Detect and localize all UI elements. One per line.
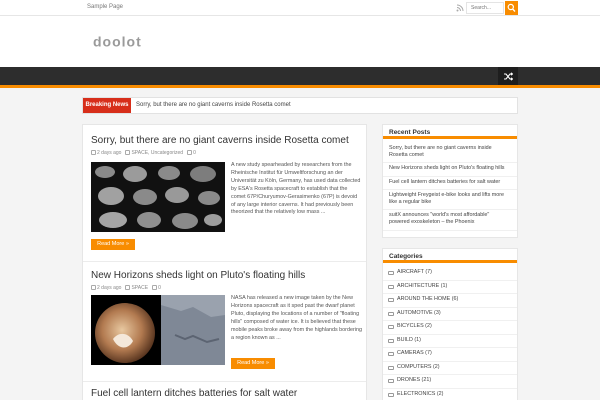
recent-posts-widget: Recent Posts Sorry, but there are no gia…	[382, 124, 518, 238]
category-label: CAMERAS (7)	[397, 350, 432, 356]
breaking-news-headline[interactable]: Sorry, but there are no giant caverns in…	[136, 102, 291, 108]
search-button[interactable]	[505, 1, 518, 15]
site-header: doolot	[0, 16, 600, 67]
post-title[interactable]: Sorry, but there are no giant caverns in…	[91, 135, 361, 146]
post-meta: 2 days ago SPACE 0	[91, 285, 361, 291]
list-item[interactable]: CAMERAS (7)	[383, 348, 517, 362]
category-label: AROUND THE HOME (6)	[397, 296, 459, 302]
search-input[interactable]	[466, 2, 504, 14]
list-item[interactable]: AIRCRAFT (7)	[383, 267, 517, 281]
main-nav	[0, 67, 600, 88]
folder-icon	[388, 298, 394, 302]
clock-icon	[91, 150, 96, 156]
folder-icon	[388, 365, 394, 370]
list-item[interactable]: DRONES (21)	[383, 375, 517, 389]
post-divider	[83, 261, 366, 262]
main-content: Sorry, but there are no giant caverns in…	[82, 124, 367, 400]
widget-title: Recent Posts	[383, 125, 517, 139]
list-item[interactable]: AUTOMOTIVE (3)	[383, 308, 517, 321]
list-item[interactable]: AROUND THE HOME (6)	[383, 294, 517, 308]
folder-icon	[388, 311, 394, 316]
list-item[interactable]: Sorry, but there are no giant caverns in…	[383, 143, 517, 164]
folder-icon	[125, 150, 131, 156]
list-item[interactable]: ARCHITECTURE (1)	[383, 281, 517, 294]
list-item[interactable]: COMPUTERS (2)	[383, 362, 517, 375]
folder-icon	[125, 285, 131, 291]
post-date: 2 days ago	[97, 285, 122, 291]
widget-title: Categories	[383, 249, 517, 263]
categories-widget: Categories AIRCRAFT (7) ARCHITECTURE (1)…	[382, 248, 518, 400]
list-item[interactable]: suitX announces "world's most affordable…	[383, 210, 517, 231]
read-more-button[interactable]: Read More »	[91, 239, 135, 250]
category-label: COMPUTERS (2)	[397, 363, 440, 370]
post-item: Fuel cell lantern ditches batteries for …	[91, 388, 361, 399]
post-meta: 2 days ago SPACE, Uncategorized 0	[91, 150, 361, 156]
post-excerpt: NASA has released a new image taken by t…	[231, 295, 362, 341]
list-item[interactable]: ELECTRONICS (2)	[383, 389, 517, 400]
post-date: 2 days ago	[97, 150, 122, 156]
list-item[interactable]: BICYCLES (2)	[383, 321, 517, 335]
post-excerpt: A new study spearheaded by researchers f…	[231, 162, 361, 216]
post-categories[interactable]: SPACE	[131, 285, 148, 291]
list-item[interactable]: New Horizons sheds light on Pluto's floa…	[383, 163, 517, 177]
post-item: New Horizons sheds light on Pluto's floa…	[91, 270, 362, 369]
folder-icon	[388, 338, 394, 343]
folder-icon	[388, 284, 394, 289]
top-bar: Sample Page	[0, 0, 600, 16]
sample-page-link[interactable]: Sample Page	[87, 4, 123, 10]
rss-icon[interactable]	[456, 4, 464, 12]
post-comments[interactable]: 0	[158, 285, 161, 291]
breaking-news-label: Breaking News	[83, 98, 131, 113]
list-item[interactable]: Fuel cell lantern ditches batteries for …	[383, 177, 517, 190]
post-divider	[83, 381, 366, 382]
category-label: AIRCRAFT (7)	[397, 269, 432, 275]
comet-image	[91, 162, 225, 232]
category-label: ARCHITECTURE (1)	[397, 282, 448, 289]
read-more-button[interactable]: Read More »	[231, 358, 275, 369]
folder-icon	[388, 392, 394, 397]
post-item: Sorry, but there are no giant caverns in…	[91, 135, 361, 250]
recent-posts-list: Sorry, but there are no giant caverns in…	[383, 143, 517, 231]
comment-icon	[152, 285, 158, 291]
shuffle-icon	[504, 71, 513, 81]
random-post-button[interactable]	[498, 67, 518, 85]
category-label: ELECTRONICS (2)	[397, 390, 444, 397]
post-comments[interactable]: 0	[193, 150, 196, 156]
category-label: BUILD (1)	[397, 336, 421, 343]
category-label: BICYCLES (2)	[397, 323, 432, 329]
category-label: AUTOMOTIVE (3)	[397, 309, 441, 316]
folder-icon	[388, 325, 394, 329]
comment-icon	[187, 150, 193, 156]
breaking-news-bar: Breaking News Sorry, but there are no gi…	[82, 97, 518, 114]
search-icon	[507, 3, 516, 12]
folder-icon	[388, 379, 394, 383]
category-label: DRONES (21)	[397, 377, 432, 383]
post-categories[interactable]: SPACE, Uncategorized	[131, 150, 183, 156]
folder-icon	[388, 271, 394, 275]
folder-icon	[388, 352, 394, 356]
post-title[interactable]: Fuel cell lantern ditches batteries for …	[91, 388, 361, 399]
logo-text: doolot	[93, 35, 142, 49]
list-item[interactable]: BUILD (1)	[383, 335, 517, 348]
logo-wordmark: doolot	[93, 35, 142, 49]
site-logo[interactable]: doolot	[93, 35, 163, 49]
post-thumbnail[interactable]	[91, 295, 225, 365]
categories-list: AIRCRAFT (7) ARCHITECTURE (1) AROUND THE…	[383, 267, 517, 400]
list-item[interactable]: Lightweight Freygeist e-bike looks and l…	[383, 190, 517, 211]
clock-icon	[91, 285, 96, 291]
post-title[interactable]: New Horizons sheds light on Pluto's floa…	[91, 270, 361, 281]
pluto-image	[91, 295, 225, 365]
post-thumbnail[interactable]	[91, 162, 225, 232]
